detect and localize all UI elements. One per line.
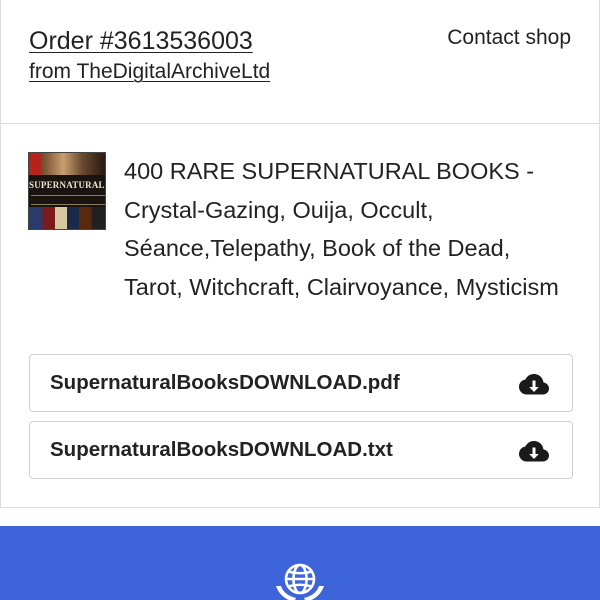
- order-number-link[interactable]: Order #3613536003: [29, 27, 253, 56]
- download-file-txt[interactable]: SupernaturalBooksDOWNLOAD.txt: [29, 421, 573, 479]
- globe-hands-icon: [276, 563, 324, 600]
- cloud-download-icon: [519, 374, 549, 395]
- file-name: SupernaturalBooksDOWNLOAD.pdf: [50, 371, 400, 394]
- order-card: Order #3613536003 from TheDigitalArchive…: [0, 0, 600, 508]
- file-name: SupernaturalBooksDOWNLOAD.txt: [50, 438, 393, 461]
- order-header: Order #3613536003 from TheDigitalArchive…: [1, 0, 599, 124]
- download-file-pdf[interactable]: SupernaturalBooksDOWNLOAD.pdf: [29, 354, 573, 412]
- footer-banner: [0, 526, 600, 600]
- product-thumbnail: SUPERNATURAL: [28, 152, 106, 230]
- shop-name-link[interactable]: from TheDigitalArchiveLtd: [29, 60, 270, 84]
- product-title: 400 RARE SUPERNATURAL BOOKS - Crystal-Ga…: [124, 158, 559, 300]
- contact-shop-button[interactable]: Contact shop: [447, 26, 571, 50]
- cloud-download-icon: [519, 441, 549, 462]
- thumbnail-title: SUPERNATURAL: [29, 180, 105, 190]
